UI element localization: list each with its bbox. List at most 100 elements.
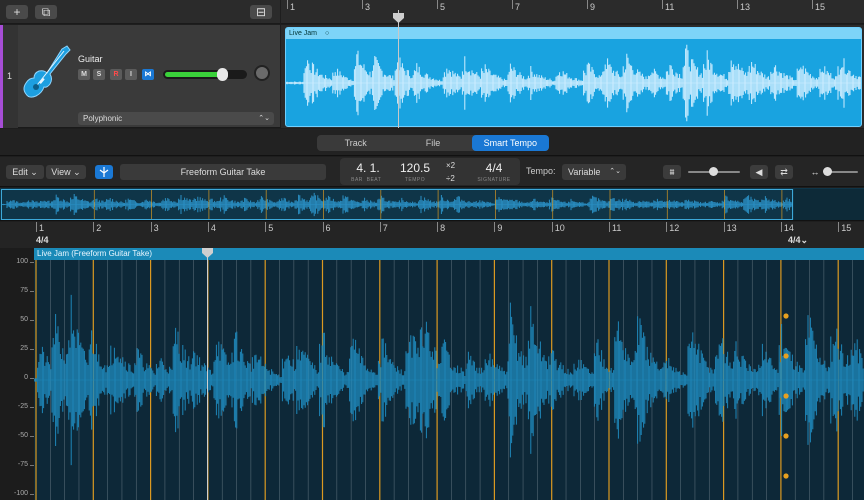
amplitude-label: -25: [17, 403, 28, 410]
waveform-overview[interactable]: [0, 188, 864, 221]
catch-playhead-button[interactable]: [95, 165, 113, 179]
pan-knob[interactable]: [254, 65, 270, 81]
editor-playhead-line[interactable]: [207, 248, 208, 500]
tempo-value[interactable]: 120.5: [395, 161, 435, 175]
ruler-bar-number: 5: [268, 223, 274, 233]
guitar-icon[interactable]: [20, 43, 72, 105]
amplitude-label: -100: [13, 490, 28, 497]
ruler-tick: [737, 0, 738, 9]
tempo-mode-label: Tempo:: [526, 166, 556, 176]
ruler-tick: [322, 222, 324, 232]
duplicate-track-button[interactable]: ⧉: [35, 5, 57, 19]
signature-value[interactable]: 4/4: [476, 161, 512, 175]
tab-smart-tempo[interactable]: Smart Tempo: [471, 135, 549, 151]
catch-icon: [99, 167, 109, 177]
signature-label: SIGNATURE: [477, 177, 511, 183]
chevron-down-icon: ⌄: [73, 167, 81, 177]
region-title-bar: Live Jam ○: [286, 28, 861, 39]
smart-tempo-editor: 100 75 50 25 0 -25 -50 -75 -100 Live Jam (Freefo…: [0, 248, 864, 500]
playhead-handle-icon[interactable]: [393, 13, 404, 23]
time-signature-start[interactable]: 4/4: [36, 235, 49, 245]
top-waveform: [286, 44, 861, 122]
position-value[interactable]: 4. 1.: [348, 161, 388, 175]
tempo-mode-value: Variable: [568, 167, 601, 177]
ruler-tick: [551, 222, 553, 232]
global-tracks-button[interactable]: ⊟: [250, 5, 272, 19]
amplitude-label: 100: [16, 258, 28, 265]
amplitude-label: 75: [20, 287, 28, 294]
ruler-bar-number: 9: [590, 2, 596, 12]
ruler-bar-number: 3: [153, 223, 159, 233]
ruler-tick: [265, 222, 267, 232]
ruler-tick: [780, 222, 782, 232]
edit-menu[interactable]: Edit ⌄: [6, 165, 44, 179]
top-bar-ruler[interactable]: 1 3 5 7 9 11 13 15: [281, 0, 864, 24]
tempo-mode-select[interactable]: Variable ⌃⌄: [562, 164, 626, 180]
ruler-bar-number: 9: [497, 223, 503, 233]
instrument-mode-value: Polyphonic: [83, 114, 123, 123]
loop-cycle-icon[interactable]: ⇄: [775, 165, 793, 179]
volume-slider-knob[interactable]: [709, 167, 718, 176]
ruler-tick: [150, 222, 152, 232]
ruler-bar-number: 7: [515, 2, 521, 12]
ruler-tick: [93, 222, 95, 232]
volume-knob[interactable]: [216, 68, 228, 81]
ruler-tick: [437, 222, 439, 232]
editor-waveform: [34, 260, 864, 500]
waveform-editor[interactable]: [34, 260, 864, 500]
tempo-handle[interactable]: [783, 313, 789, 319]
tracks-area[interactable]: Live Jam ○: [281, 25, 864, 128]
record-enable-button[interactable]: R: [110, 69, 122, 80]
ruler-bar-number: 1: [39, 223, 45, 233]
ruler-bar-number: 3: [365, 2, 371, 12]
tempo-label: TEMPO: [404, 177, 426, 183]
ruler-bar-number: 7: [382, 223, 388, 233]
ruler-tick: [379, 222, 381, 232]
audio-region-live-jam[interactable]: Live Jam ○: [285, 27, 862, 127]
speaker-icon[interactable]: ◀: [750, 165, 768, 179]
editor-tabs: Track File Smart Tempo: [317, 135, 549, 151]
solo-button[interactable]: S: [93, 69, 105, 80]
add-track-button[interactable]: +: [6, 5, 28, 19]
flex-button[interactable]: ⋈: [142, 69, 154, 80]
region-header[interactable]: Live Jam (Freeform Guitar Take): [34, 248, 864, 260]
track-header-guitar[interactable]: 1 Guitar M S R I ⋈ Polyphonic ⌃⌄: [0, 25, 399, 128]
view-menu-label: View: [51, 167, 71, 177]
ruler-bar-number: 1: [290, 2, 296, 12]
ruler-tick: [437, 0, 438, 9]
ruler-tick: [587, 0, 588, 9]
playhead-handle-icon[interactable]: [202, 248, 213, 258]
ruler-bar-number: 15: [841, 223, 852, 233]
ruler-tick: [36, 222, 37, 232]
take-name-field[interactable]: Freeform Guitar Take: [120, 164, 326, 180]
ruler-tick: [812, 0, 813, 9]
ruler-bar-number: 13: [740, 2, 751, 12]
zoom-icon: ↔: [810, 167, 820, 177]
view-menu[interactable]: View ⌄: [46, 165, 86, 179]
time-signature-change[interactable]: 4/4⌄: [788, 235, 808, 246]
tempo-handle[interactable]: [783, 353, 789, 359]
tempo-handle[interactable]: [783, 433, 789, 439]
playhead-line[interactable]: [398, 10, 399, 128]
amplitude-label: 25: [20, 345, 28, 352]
metronome-icon[interactable]: ⩩: [663, 165, 681, 179]
tempo-handle[interactable]: [783, 473, 789, 479]
track-header-bar: + ⧉ ⊟: [0, 0, 280, 24]
track-number-column: 1: [0, 25, 18, 128]
zoom-slider-knob[interactable]: [823, 167, 832, 176]
position-bar-label: BAR: [351, 177, 363, 183]
track-name[interactable]: Guitar: [78, 54, 103, 64]
half-tempo-button[interactable]: ÷2: [446, 174, 455, 183]
tab-track[interactable]: Track: [317, 135, 394, 151]
volume-slider[interactable]: [163, 68, 399, 81]
double-tempo-button[interactable]: ×2: [446, 161, 455, 170]
instrument-mode-select[interactable]: Polyphonic ⌃⌄: [78, 112, 274, 125]
ruler-bar-number: 12: [669, 223, 680, 233]
ruler-bar-number: 15: [815, 2, 826, 12]
editor-bar-ruler[interactable]: 4/4 4/4⌄ 1 2 3 4 5 6 7 8 9 10 11 12 13 14 15: [0, 222, 864, 248]
mute-button[interactable]: M: [78, 69, 90, 80]
tab-file[interactable]: File: [394, 135, 471, 151]
overview-visible-range[interactable]: [1, 189, 793, 220]
tempo-handle[interactable]: [783, 393, 789, 399]
input-monitor-button[interactable]: I: [125, 69, 137, 80]
